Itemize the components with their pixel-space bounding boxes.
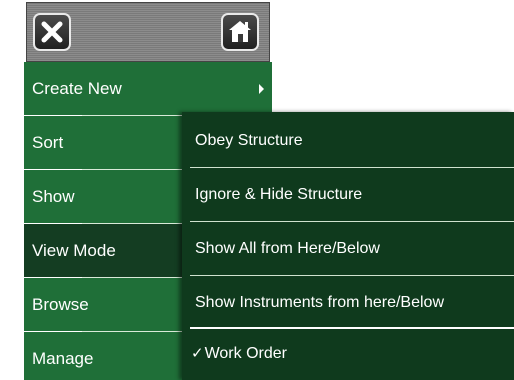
screen: Create New Sort Show View Mode Browse Ma… (0, 0, 514, 380)
menu-item-label: Show (32, 187, 75, 206)
submenu-item-show-instruments[interactable]: Show Instruments from here/Below (182, 276, 514, 329)
submenu-item-show-all[interactable]: Show All from Here/Below (182, 222, 514, 275)
menu-item-label: Browse (32, 295, 89, 314)
menu-item-create-new[interactable]: Create New (24, 62, 272, 115)
menu-item-label: View Mode (32, 241, 116, 260)
submenu-item-ignore-hide-structure[interactable]: Ignore & Hide Structure (182, 168, 514, 221)
close-x-icon (41, 21, 63, 43)
close-button[interactable] (33, 13, 71, 51)
submenu-item-label: Work Order (204, 345, 287, 362)
home-button[interactable] (221, 13, 259, 51)
menu-item-label: Create New (32, 79, 122, 98)
submenu-item-label: Show All from Here/Below (195, 240, 380, 257)
submenu-item-label: Show Instruments from here/Below (195, 294, 444, 311)
submenu-item-label: Obey Structure (195, 132, 303, 149)
home-icon (229, 21, 251, 42)
top-bar (26, 2, 270, 62)
submenu-item-work-order[interactable]: ✓Work Order (182, 327, 514, 380)
menu-item-label: Sort (32, 133, 64, 152)
view-mode-submenu: Obey Structure Ignore & Hide Structure S… (182, 112, 514, 380)
checkmark-icon: ✓ (191, 344, 204, 362)
submenu-arrow-icon (259, 84, 264, 94)
submenu-item-label: Ignore & Hide Structure (195, 186, 363, 203)
submenu-item-obey-structure[interactable]: Obey Structure (182, 114, 514, 167)
menu-item-label: Manage (32, 349, 94, 368)
